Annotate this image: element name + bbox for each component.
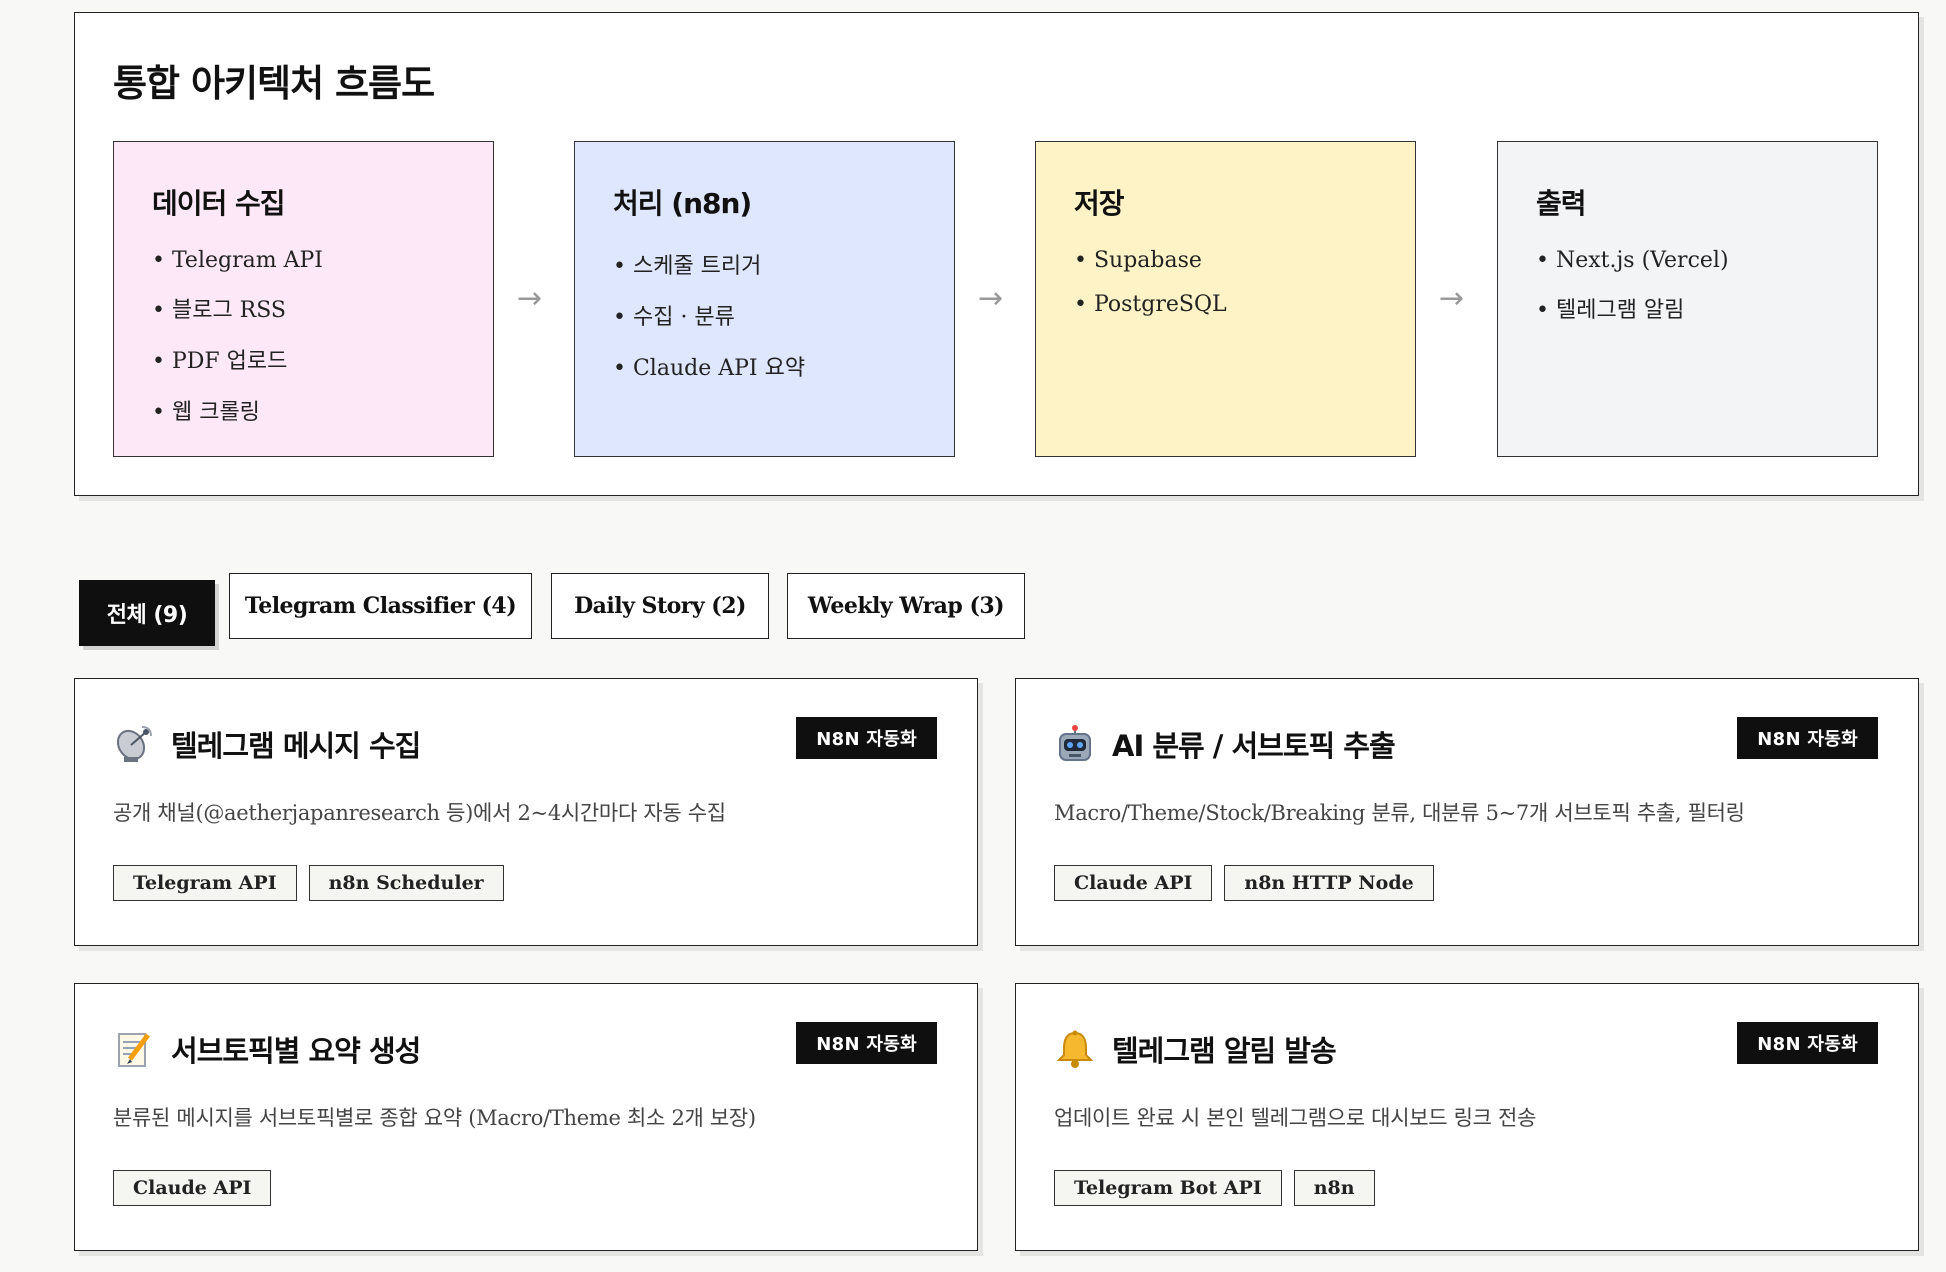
stage-title: 출력 <box>1536 187 1587 220</box>
tech-tag: Telegram API <box>113 865 297 901</box>
tab-telegram-classifier[interactable]: Telegram Classifier (4) <box>229 573 532 639</box>
tag-list: Telegram Bot API n8n <box>1054 1170 1375 1206</box>
tab-daily-story[interactable]: Daily Story (2) <box>551 573 769 639</box>
satellite-dish-icon <box>113 723 155 765</box>
card-description: 분류된 메시지를 서브토픽별로 종합 요약 (Macro/Theme 최소 2개… <box>113 1106 756 1130</box>
stage-processing: 처리 (n8n) • 스케줄 트리거 • 수집 · 분류 • Claude AP… <box>574 141 955 457</box>
flow-arrow: → <box>1439 281 1465 316</box>
tech-tag: Claude API <box>113 1170 272 1206</box>
tab-weekly-wrap[interactable]: Weekly Wrap (3) <box>787 573 1025 639</box>
stage-item: • 수집 · 분류 <box>613 305 735 330</box>
workflow-card[interactable]: 서브토픽별 요약 생성 N8N 자동화 분류된 메시지를 서브토픽별로 종합 요… <box>74 983 978 1251</box>
card-title: 텔레그램 메시지 수집 <box>171 729 421 763</box>
stage-storage: 저장 • Supabase • PostgreSQL <box>1035 141 1416 457</box>
tag-list: Claude API n8n HTTP Node <box>1054 865 1434 901</box>
card-title: AI 분류 / 서브토픽 추출 <box>1112 729 1396 763</box>
stage-title: 데이터 수집 <box>152 187 286 220</box>
stage-data-collection: 데이터 수집 • Telegram API • 블로그 RSS • PDF 업로… <box>113 141 494 457</box>
card-title: 서브토픽별 요약 생성 <box>171 1034 421 1068</box>
stage-item: • 텔레그램 알림 <box>1536 298 1685 323</box>
tag-list: Claude API <box>113 1170 272 1206</box>
bell-icon <box>1054 1028 1096 1070</box>
stage-item: • Telegram API <box>152 248 323 273</box>
stage-item: • 스케줄 트리거 <box>613 254 762 279</box>
flow-arrow: → <box>978 281 1004 316</box>
stage-item: • PDF 업로드 <box>152 349 288 374</box>
memo-icon <box>113 1028 155 1070</box>
card-description: 업데이트 완료 시 본인 텔레그램으로 대시보드 링크 전송 <box>1054 1106 1537 1130</box>
workflow-card[interactable]: AI 분류 / 서브토픽 추출 N8N 자동화 Macro/Theme/Stoc… <box>1015 678 1919 946</box>
architecture-title: 통합 아키텍처 흐름도 <box>113 62 435 105</box>
automation-badge: N8N 자동화 <box>796 1022 937 1064</box>
architecture-panel: 통합 아키텍처 흐름도 데이터 수집 • Telegram API • 블로그 … <box>74 12 1919 496</box>
stage-item: • PostgreSQL <box>1074 292 1227 317</box>
workflow-card[interactable]: 텔레그램 메시지 수집 N8N 자동화 공개 채널(@aetherjapanre… <box>74 678 978 946</box>
stage-title: 처리 (n8n) <box>613 187 752 220</box>
automation-badge: N8N 자동화 <box>796 717 937 759</box>
automation-badge: N8N 자동화 <box>1737 717 1878 759</box>
tag-list: Telegram API n8n Scheduler <box>113 865 504 901</box>
workflow-card[interactable]: 텔레그램 알림 발송 N8N 자동화 업데이트 완료 시 본인 텔레그램으로 대… <box>1015 983 1919 1251</box>
card-title: 텔레그램 알림 발송 <box>1112 1034 1337 1068</box>
flow-arrow: → <box>517 281 543 316</box>
stage-output: 출력 • Next.js (Vercel) • 텔레그램 알림 <box>1497 141 1878 457</box>
tech-tag: n8n <box>1293 1170 1375 1206</box>
stage-item: • 웹 크롤링 <box>152 400 260 425</box>
tech-tag: n8n Scheduler <box>308 865 504 901</box>
tech-tag: n8n HTTP Node <box>1224 865 1434 901</box>
card-description: Macro/Theme/Stock/Breaking 분류, 대분류 5~7개 … <box>1054 801 1745 825</box>
tech-tag: Claude API <box>1054 865 1213 901</box>
stage-item: • Claude API 요약 <box>613 356 806 381</box>
robot-icon <box>1054 723 1096 765</box>
tab-all[interactable]: 전체 (9) <box>79 580 215 646</box>
tech-tag: Telegram Bot API <box>1054 1170 1282 1206</box>
stage-item: • 블로그 RSS <box>152 298 287 323</box>
stage-title: 저장 <box>1074 187 1125 220</box>
card-description: 공개 채널(@aetherjapanresearch 등)에서 2~4시간마다 … <box>113 801 726 825</box>
stage-item: • Next.js (Vercel) <box>1536 248 1729 273</box>
stage-item: • Supabase <box>1074 248 1202 273</box>
automation-badge: N8N 자동화 <box>1737 1022 1878 1064</box>
